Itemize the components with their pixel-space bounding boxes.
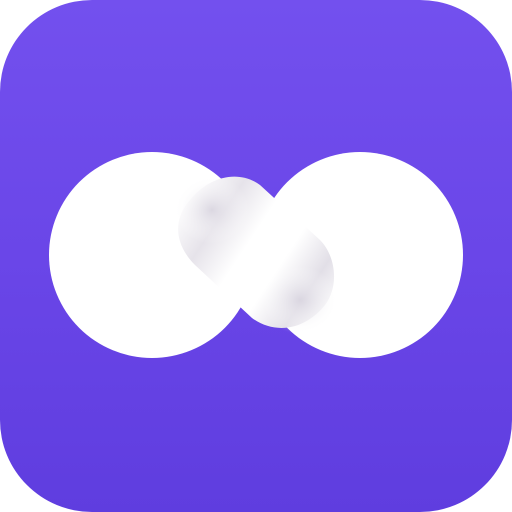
app-icon[interactable] xyxy=(0,0,512,512)
infinity-icon xyxy=(49,152,463,358)
